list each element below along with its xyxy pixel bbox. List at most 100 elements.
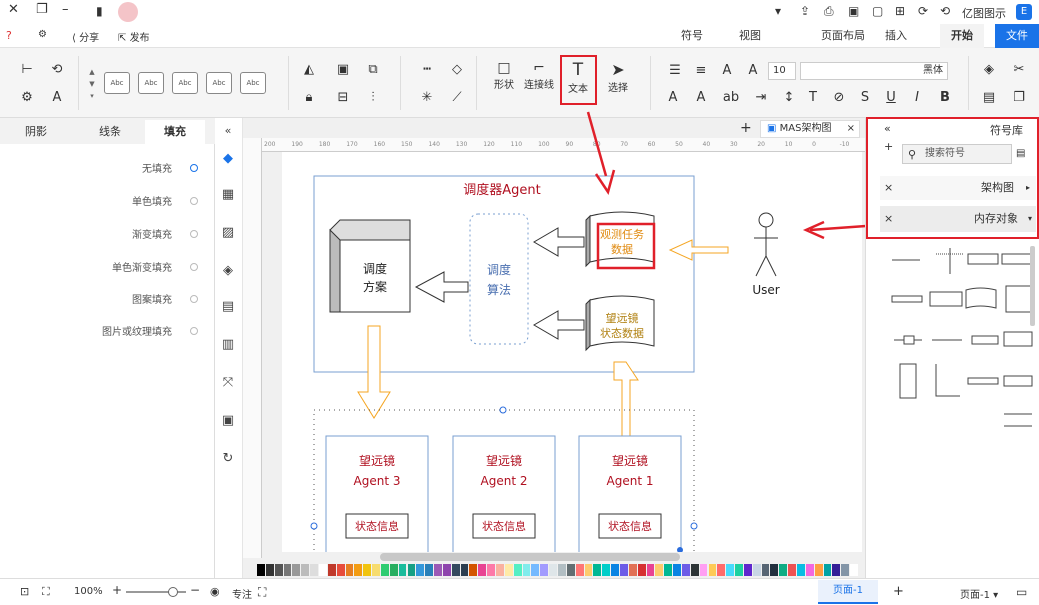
color-swatch[interactable] <box>788 564 797 576</box>
library-menu-icon[interactable]: ▤ <box>1016 148 1025 159</box>
play-icon[interactable]: ◉ <box>210 585 220 598</box>
color-swatch[interactable] <box>850 564 858 576</box>
color-swatch[interactable] <box>797 564 805 576</box>
zoom-slider-handle[interactable] <box>168 587 178 597</box>
color-swatch[interactable] <box>504 564 513 576</box>
user-actor[interactable] <box>754 212 778 277</box>
arrange-icon[interactable]: ⧉ <box>364 62 382 78</box>
color-swatch[interactable] <box>327 564 336 576</box>
symbol-grid[interactable] <box>880 240 1036 440</box>
add-library-icon[interactable]: + <box>884 140 893 153</box>
color-swatch[interactable] <box>619 564 628 576</box>
save-icon[interactable]: ▣ <box>848 4 859 18</box>
format-painter-icon[interactable]: ◈ <box>980 62 998 78</box>
color-swatch[interactable] <box>469 564 478 576</box>
color-swatch[interactable] <box>336 564 345 576</box>
color-swatch[interactable] <box>708 564 717 576</box>
color-swatch[interactable] <box>442 564 451 576</box>
expand-icon[interactable]: ⤧ <box>219 374 237 392</box>
fill-option-single-gradient[interactable]: 单色渐变填充 <box>100 259 172 275</box>
page-icon[interactable]: ▤ <box>219 298 237 316</box>
handle[interactable] <box>310 522 318 530</box>
fill-option-solid[interactable]: 单色填充 <box>110 193 172 209</box>
symbol-bar[interactable] <box>1001 253 1033 265</box>
fill-icon[interactable]: ◇ <box>448 62 466 78</box>
history-icon[interactable]: ↻ <box>219 450 237 468</box>
symbol-node[interactable] <box>1003 331 1033 347</box>
case-icon[interactable]: T <box>804 90 822 106</box>
color-swatch[interactable] <box>513 564 522 576</box>
add-page-icon[interactable]: + <box>740 120 752 136</box>
color-swatch[interactable] <box>681 564 690 576</box>
copy-icon[interactable]: ❐ <box>1010 90 1028 106</box>
arrow-status-to-algo[interactable] <box>533 310 585 340</box>
agent-1[interactable]: 望远镜 Agent 1 状态信息 <box>578 435 682 552</box>
color-swatch[interactable] <box>522 564 531 576</box>
color-swatch[interactable] <box>407 564 416 576</box>
style-sample[interactable]: Abc <box>138 72 164 94</box>
minimize-icon[interactable]: – <box>62 2 69 17</box>
tab-symbols[interactable]: 符号 <box>672 24 712 48</box>
color-swatch[interactable] <box>735 564 743 576</box>
italic-icon[interactable]: I <box>908 90 926 106</box>
page-panel-icon[interactable]: ▭ <box>1016 585 1027 599</box>
color-swatch[interactable] <box>779 564 788 576</box>
tab-view[interactable]: 视图 <box>730 24 770 48</box>
fill-option-pattern[interactable]: 图案填充 <box>110 291 172 307</box>
layers-icon[interactable]: ◈ <box>219 262 237 280</box>
highlight-icon[interactable]: A <box>692 90 710 106</box>
font-color-icon[interactable]: A <box>664 90 682 106</box>
color-swatch[interactable] <box>584 564 593 576</box>
fullscreen-icon[interactable]: ⛶ <box>42 585 50 599</box>
page-select[interactable]: 页面-1 ▾ <box>960 586 998 601</box>
style-scroll[interactable]: ▲ ▼ ▾ <box>86 66 98 104</box>
distribute-icon[interactable]: ⫶ <box>364 90 382 106</box>
color-swatch[interactable] <box>531 564 540 576</box>
color-swatch[interactable] <box>434 564 442 576</box>
color-swatch[interactable] <box>372 564 380 576</box>
handle[interactable] <box>499 406 507 414</box>
zoom-level[interactable]: 100% <box>74 586 103 597</box>
horizontal-scrollbar[interactable] <box>380 553 680 561</box>
agent-3[interactable]: 望远镜 Agent 3 状态信息 <box>325 435 429 552</box>
color-swatch[interactable] <box>389 564 398 576</box>
group-icon[interactable]: ▣ <box>334 62 352 78</box>
lock-icon[interactable]: 🔒︎ <box>300 90 318 106</box>
color-swatch[interactable] <box>363 564 372 576</box>
color-swatch[interactable] <box>673 564 681 576</box>
color-swatch[interactable] <box>487 564 496 576</box>
tab-insert[interactable]: 插入 <box>876 24 916 48</box>
close-icon[interactable]: ✕ <box>8 2 19 17</box>
close-tab-icon[interactable]: × <box>847 121 855 137</box>
symbol-segment[interactable] <box>1003 375 1033 387</box>
style-sample[interactable]: Abc <box>206 72 232 94</box>
color-swatch[interactable] <box>460 564 469 576</box>
bold-icon[interactable]: B <box>936 90 954 106</box>
fill-radio[interactable] <box>190 230 198 238</box>
color-swatch[interactable] <box>257 564 265 576</box>
undo-icon[interactable]: ⟲ <box>940 4 950 18</box>
library-scrollbar[interactable] <box>1030 246 1035 326</box>
arrow-to-plan[interactable] <box>414 271 469 303</box>
text-style-icon[interactable]: ab <box>722 90 740 106</box>
color-swatch[interactable] <box>805 564 814 576</box>
symbol-cube[interactable] <box>1005 285 1033 313</box>
zoom-out-icon[interactable]: − <box>190 583 200 597</box>
fill-bucket-icon[interactable]: ◆ <box>219 150 237 168</box>
position-icon[interactable]: ⊢ <box>18 62 36 78</box>
symbol-search-input[interactable]: 搜索符号 <box>902 144 1012 164</box>
list-icon[interactable]: ☰ <box>666 63 684 79</box>
color-swatch[interactable] <box>637 564 646 576</box>
font-shrink-icon[interactable]: A <box>718 63 736 79</box>
export-icon[interactable]: ⇪ <box>800 4 810 18</box>
style-sample[interactable]: Abc <box>104 72 130 94</box>
align-icon[interactable]: ≡ <box>692 63 710 79</box>
color-swatch[interactable] <box>752 564 761 576</box>
connector-tool-button[interactable]: ⌐ 连接线 <box>522 60 556 110</box>
color-swatch[interactable] <box>611 564 619 576</box>
symbol-segment[interactable] <box>891 295 923 303</box>
color-swatch[interactable] <box>380 564 389 576</box>
arrow-agents-to-status[interactable] <box>613 361 639 443</box>
color-swatch[interactable] <box>425 564 434 576</box>
color-swatch[interactable] <box>566 564 575 576</box>
